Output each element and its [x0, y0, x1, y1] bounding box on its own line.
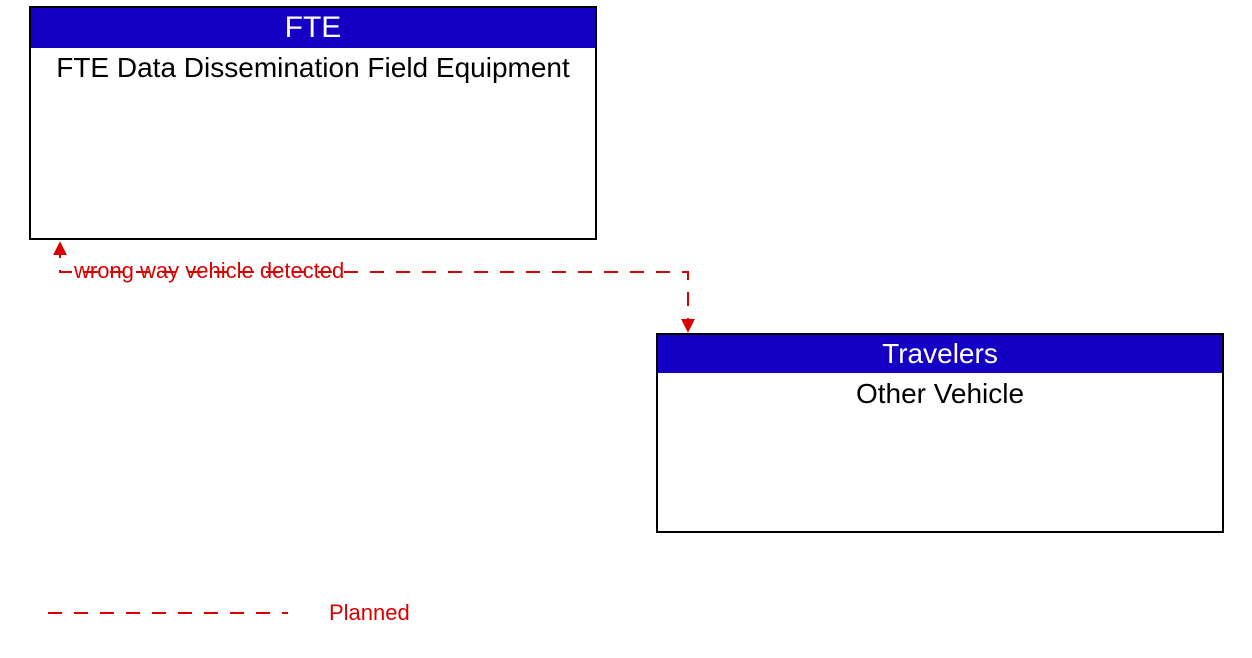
flow-connector: [60, 244, 688, 330]
node-travelers-body: Other Vehicle: [658, 373, 1222, 413]
node-fte: FTE FTE Data Dissemination Field Equipme…: [29, 6, 597, 240]
node-fte-header-text: FTE: [285, 11, 342, 44]
node-travelers-header-text: Travelers: [882, 338, 998, 369]
node-travelers-header: Travelers: [658, 335, 1222, 373]
node-travelers-body-text: Other Vehicle: [856, 378, 1024, 409]
legend-planned-label: Planned: [329, 600, 410, 626]
node-fte-body: FTE Data Dissemination Field Equipment: [31, 48, 595, 86]
node-fte-header: FTE: [31, 8, 595, 48]
node-travelers: Travelers Other Vehicle: [656, 333, 1224, 533]
node-fte-body-text: FTE Data Dissemination Field Equipment: [56, 52, 570, 83]
legend-planned-text: Planned: [329, 600, 410, 625]
flow-label: wrong way vehicle detected: [74, 258, 344, 284]
flow-label-text: wrong way vehicle detected: [74, 258, 344, 283]
